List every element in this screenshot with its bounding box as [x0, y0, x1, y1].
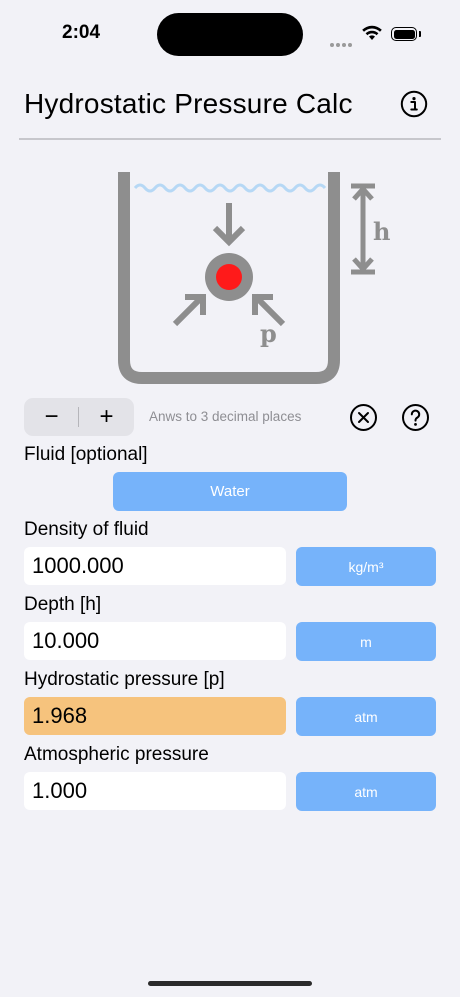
decimal-stepper[interactable]: − +	[24, 398, 134, 436]
pressure-result-field[interactable]: 1.968	[24, 697, 286, 735]
decimal-places-text: Anws to 3 decimal places	[149, 409, 302, 424]
dynamic-island	[157, 13, 303, 56]
hydrostatic-diagram: h p	[118, 172, 390, 384]
density-field[interactable]: 1000.000	[24, 547, 286, 585]
page-title: Hydrostatic Pressure Calc	[24, 88, 353, 119]
status-time: 2:04	[62, 22, 101, 43]
pressure-label: p	[260, 319, 277, 348]
atmospheric-unit-button[interactable]: atm	[296, 772, 436, 811]
down-arrow-icon	[212, 203, 246, 247]
increase-decimals-button[interactable]: +	[79, 398, 134, 436]
fluid-label: Fluid [optional]	[24, 444, 148, 465]
battery-icon	[391, 27, 417, 41]
help-circle-icon[interactable]	[401, 403, 430, 432]
density-unit-button[interactable]: kg/m³	[296, 547, 436, 586]
atmospheric-field[interactable]: 1.000	[24, 772, 286, 810]
atmospheric-label: Atmospheric pressure	[24, 744, 209, 765]
cellular-signal-icon	[330, 34, 354, 52]
up-right-arrow-icon	[172, 293, 206, 327]
clear-circle-icon[interactable]	[349, 403, 378, 432]
pressure-field-label: Hydrostatic pressure [p]	[24, 669, 225, 690]
home-indicator[interactable]	[148, 981, 312, 986]
header-divider	[19, 138, 441, 140]
water-surface	[133, 183, 327, 193]
wifi-icon	[362, 25, 382, 40]
decrease-decimals-button[interactable]: −	[24, 398, 79, 436]
depth-field[interactable]: 10.000	[24, 622, 286, 660]
depth-field-label: Depth [h]	[24, 594, 102, 615]
depth-arrow-icon	[351, 183, 375, 275]
battery-cap	[419, 31, 421, 37]
fluid-select-button[interactable]: Water	[113, 472, 347, 511]
depth-unit-button[interactable]: m	[296, 622, 436, 661]
info-circle-icon[interactable]	[400, 90, 428, 118]
density-label: Density of fluid	[24, 519, 149, 540]
object-inner	[216, 264, 242, 290]
depth-label: h	[373, 217, 390, 246]
pressure-unit-button[interactable]: atm	[296, 697, 436, 736]
